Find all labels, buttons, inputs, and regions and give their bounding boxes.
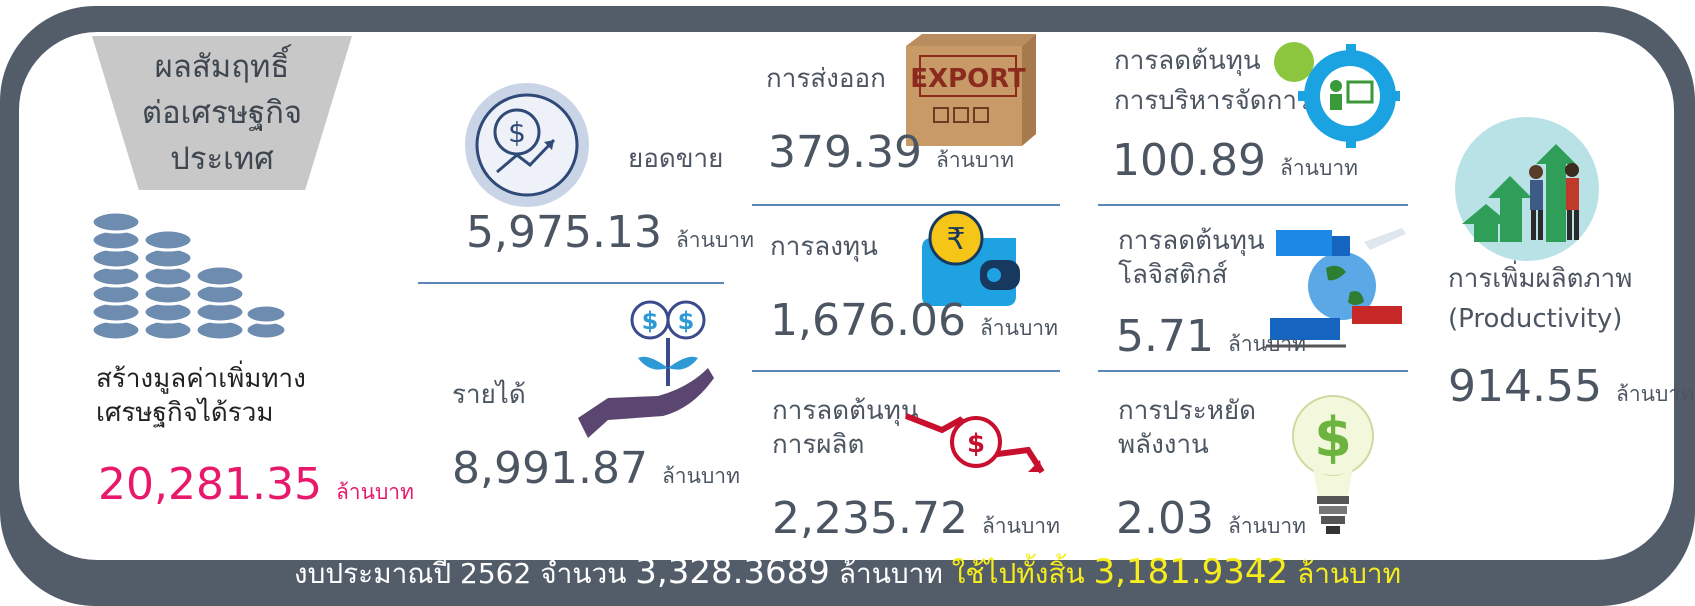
energy-value: 2.03 <box>1116 493 1214 544</box>
logistics-cost-value: 5.71 <box>1116 311 1214 362</box>
total-unit: ล้านบาท <box>335 480 414 504</box>
admin-cost-value-row: 100.89 ล้านบาท <box>1112 136 1358 193</box>
logistics-cost-label: การลดต้นทุน โลจิสติกส์ <box>1118 226 1265 290</box>
svg-text:$: $ <box>642 307 659 335</box>
production-cost-value-row: 2,235.72 ล้านบาท <box>772 494 1060 551</box>
admin-cost-unit: ล้านบาท <box>1279 156 1358 180</box>
income-unit: ล้านบาท <box>661 464 740 488</box>
cost-down-icon: $ <box>904 413 1045 474</box>
productivity-icon <box>1455 117 1599 261</box>
production-cost-label: การลดต้นทุน การผลิต <box>772 396 919 460</box>
investment-value-row: 1,676.06 ล้านบาท <box>770 296 1058 353</box>
total-label: สร้างมูลค่าเพิ่มทาง เศรษฐกิจได้รวม <box>96 364 306 428</box>
total-value-row: 20,281.35 ล้านบาท <box>98 460 414 517</box>
divider <box>752 204 1060 206</box>
energy-unit: ล้านบาท <box>1227 514 1306 538</box>
export-value: 379.39 <box>768 127 922 178</box>
sales-unit: ล้านบาท <box>675 228 754 252</box>
footer-spent-value: 3,181.9342 <box>1093 552 1289 592</box>
investment-value: 1,676.06 <box>770 295 966 346</box>
divider <box>1098 204 1408 206</box>
footer-budget-label: งบประมาณปี 2562 จำนวน <box>293 557 627 590</box>
production-cost-value: 2,235.72 <box>772 493 968 544</box>
investment-unit: ล้านบาท <box>979 316 1058 340</box>
export-box-text: EXPORT <box>910 64 1026 94</box>
productivity-label: การเพิ่มผลิตภาพ (Productivity) <box>1448 264 1633 334</box>
coin-stack-icon <box>90 210 288 342</box>
export-label: การส่งออก <box>766 64 886 94</box>
income-value: 8,991.87 <box>452 443 648 494</box>
export-value-row: 379.39 ล้านบาท <box>768 128 1014 185</box>
divider <box>418 282 724 284</box>
budget-footer: งบประมาณปี 2562 จำนวน 3,328.3689 ล้านบาท… <box>0 552 1695 594</box>
sales-value: 5,975.13 <box>466 207 662 258</box>
divider <box>1098 370 1408 372</box>
productivity-unit: ล้านบาท <box>1615 382 1694 406</box>
logistics-cost-value-row: 5.71 ล้านบาท <box>1116 312 1306 369</box>
dollar-growth-icon: $ <box>465 83 589 207</box>
income-label: รายได้ <box>452 380 526 410</box>
footer-budget-value: 3,328.3689 <box>635 552 830 592</box>
energy-label: การประหยัด พลังงาน <box>1118 396 1256 460</box>
sales-value-row: 5,975.13 ล้านบาท <box>466 208 754 265</box>
gear-presentation-icon <box>1274 42 1400 148</box>
income-value-row: 8,991.87 ล้านบาท <box>452 444 740 501</box>
svg-text:$: $ <box>678 307 695 335</box>
admin-cost-value: 100.89 <box>1112 135 1266 186</box>
productivity-value-row: 914.55 ล้านบาท <box>1448 362 1694 419</box>
heading-title: ผลสัมฤทธิ์ ต่อเศรษฐกิจ ประเทศ <box>141 49 303 177</box>
investment-label: การลงทุน <box>770 232 878 262</box>
rupee-symbol: ₹ <box>946 222 965 257</box>
production-cost-unit: ล้านบาท <box>981 514 1060 538</box>
svg-text:$: $ <box>967 429 985 459</box>
total-value: 20,281.35 <box>98 459 322 510</box>
infographic: ผลสัมฤทธิ์ ต่อเศรษฐกิจ ประเทศ สร้างมูลค่… <box>0 0 1695 606</box>
footer-spent-label: ใช้ไปทั้งสิ้น <box>951 557 1085 590</box>
sales-label: ยอดขาย <box>628 144 724 174</box>
money-plant-icon: $ $ <box>578 300 714 438</box>
footer-spent-unit: ล้านบาท <box>1297 557 1402 590</box>
svg-text:$: $ <box>1314 406 1352 469</box>
productivity-value: 914.55 <box>1448 361 1602 412</box>
export-unit: ล้านบาท <box>935 148 1014 172</box>
energy-value-row: 2.03 ล้านบาท <box>1116 494 1306 551</box>
svg-text:$: $ <box>508 116 526 149</box>
footer-budget-unit: ล้านบาท <box>838 557 943 590</box>
divider <box>752 370 1060 372</box>
logistics-cost-unit: ล้านบาท <box>1227 332 1306 356</box>
